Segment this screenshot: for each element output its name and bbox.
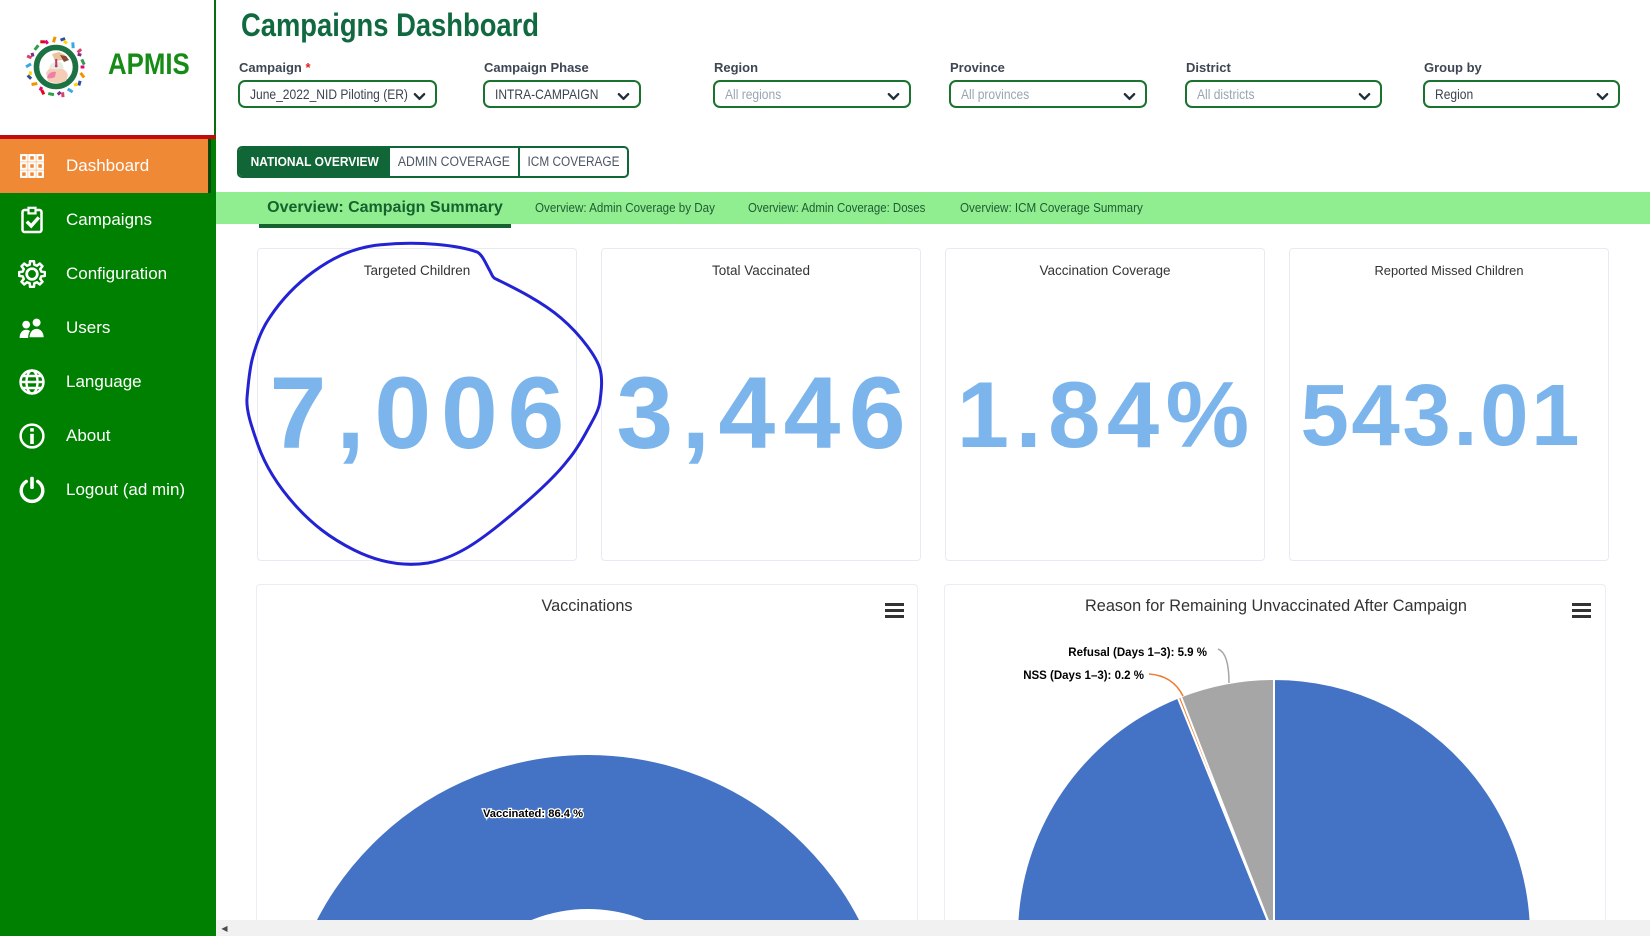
svg-text:Refusal (Days 1–3): 5.9 %: Refusal (Days 1–3): 5.9 % [1068, 647, 1207, 659]
svg-text:Vaccinated: 86.4 %: Vaccinated: 86.4 % [483, 808, 583, 820]
svg-text:NSS (Days 1–3): 0.2 %: NSS (Days 1–3): 0.2 % [1023, 670, 1144, 682]
